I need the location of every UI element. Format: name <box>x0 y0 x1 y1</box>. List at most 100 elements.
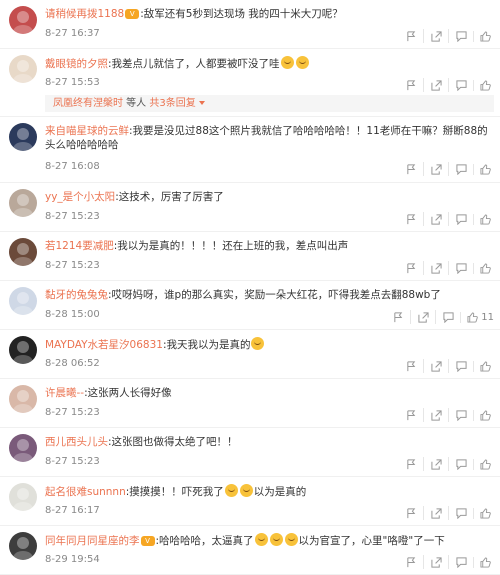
username-link[interactable]: 同年同月同星座的李 <box>45 535 140 547</box>
report-icon[interactable] <box>399 457 423 471</box>
username-link[interactable]: 来自喵星球的云鲜 <box>45 125 129 137</box>
emoji-icon <box>280 56 294 69</box>
like-icon <box>480 213 491 225</box>
comment-actions <box>399 78 494 92</box>
username-link[interactable]: 戴眼镜的夕照 <box>45 58 108 70</box>
report-icon[interactable] <box>399 506 423 520</box>
like-button[interactable] <box>473 458 494 470</box>
like-button[interactable]: 11 <box>460 311 494 323</box>
username-link[interactable]: 起名很难sunnnn <box>45 486 126 498</box>
comment-body: 许晨曦--:这张两人长得好像 <box>45 387 172 399</box>
username-link[interactable]: 许晨曦-- <box>45 387 84 399</box>
like-button[interactable] <box>473 507 494 519</box>
share-icon[interactable] <box>423 212 448 226</box>
avatar[interactable] <box>9 532 37 560</box>
like-button[interactable] <box>473 262 494 274</box>
report-icon[interactable] <box>399 261 423 275</box>
comment-actions <box>399 506 494 520</box>
report-icon[interactable] <box>399 359 423 373</box>
like-count: 11 <box>481 311 494 323</box>
share-icon[interactable] <box>423 359 448 373</box>
comment-actions <box>399 408 494 422</box>
share-icon[interactable] <box>423 261 448 275</box>
avatar[interactable] <box>9 189 37 217</box>
comment-icon[interactable] <box>435 310 460 324</box>
comment-time: 8-27 15:23 <box>45 456 100 467</box>
comment-icon[interactable] <box>448 261 473 275</box>
report-icon[interactable] <box>399 78 423 92</box>
like-icon <box>480 507 491 519</box>
view-replies-link[interactable]: 共3条回复 <box>149 98 205 109</box>
emoji-icon <box>239 484 253 497</box>
username-link[interactable]: 若1214要减肥 <box>45 240 114 252</box>
username-link[interactable]: 请稍候再拨1188 <box>45 8 124 20</box>
comment-icon[interactable] <box>448 457 473 471</box>
avatar[interactable] <box>9 123 37 151</box>
like-button[interactable] <box>473 213 494 225</box>
comment-icon[interactable] <box>448 359 473 373</box>
username-link[interactable]: 黏牙的兔兔兔 <box>45 289 108 301</box>
report-icon[interactable] <box>399 162 423 176</box>
comment-actions <box>399 212 494 226</box>
report-icon[interactable] <box>399 212 423 226</box>
avatar[interactable] <box>9 6 37 34</box>
share-icon[interactable] <box>423 29 448 43</box>
like-button[interactable] <box>473 360 494 372</box>
comment-item: 请稍候再拨1188 V:敌军还有5秒到达现场 我的四十米大刀呢？ 8-27 16:3… <box>0 0 500 49</box>
comment-time: 8-27 15:23 <box>45 211 100 222</box>
avatar[interactable] <box>9 238 37 266</box>
comment-body: 西儿西头儿头:这张图也做得太绝了吧！！ <box>45 436 238 448</box>
comment-text: 哎呀妈呀，谁p的那么真实，奖励一朵大红花，吓得我差点去翻88wb了 <box>111 289 441 301</box>
report-icon[interactable] <box>386 310 410 324</box>
share-icon[interactable] <box>423 555 448 569</box>
comment-icon[interactable] <box>448 29 473 43</box>
share-icon[interactable] <box>423 162 448 176</box>
vip-badge-icon: V <box>125 9 140 19</box>
comment-body: 戴眼镜的夕照:我差点儿就信了，人都要被吓没了哇 <box>45 56 494 71</box>
share-icon[interactable] <box>423 457 448 471</box>
comment-icon[interactable] <box>448 162 473 176</box>
like-icon <box>467 311 479 323</box>
comment-text: 摸摸摸！！吓死我了 <box>129 486 224 498</box>
share-icon[interactable] <box>423 78 448 92</box>
avatar[interactable] <box>9 434 37 462</box>
like-icon <box>480 30 491 42</box>
like-button[interactable] <box>473 163 494 175</box>
username-link[interactable]: MAYDAY水若星汐06831 <box>45 339 163 351</box>
avatar[interactable] <box>9 385 37 413</box>
like-button[interactable] <box>473 556 494 568</box>
avatar[interactable] <box>9 55 37 83</box>
emoji-icon <box>295 56 309 69</box>
comment-text: 这张两人长得好像 <box>87 387 172 399</box>
comment-body: 同年同月同星座的李 V:哈哈哈哈，太逼真了 以为官宣了，心里"咯噔"了一下 <box>45 533 445 547</box>
report-icon[interactable] <box>399 555 423 569</box>
comment-body: 若1214要减肥:我以为是真的！！！！还在上班的我，差点叫出声 <box>45 240 349 252</box>
comment-icon[interactable] <box>448 506 473 520</box>
reply-username-link[interactable]: 凤凰终有涅槃时 <box>53 98 123 109</box>
share-icon[interactable] <box>423 506 448 520</box>
like-icon <box>480 360 491 372</box>
comment-text: 我以为是真的！！！！还在上班的我，差点叫出声 <box>117 240 349 252</box>
report-icon[interactable] <box>399 408 423 422</box>
report-icon[interactable] <box>399 29 423 43</box>
comment-icon[interactable] <box>448 78 473 92</box>
emoji-icon <box>224 484 238 497</box>
like-button[interactable] <box>473 409 494 421</box>
comment-icon[interactable] <box>448 555 473 569</box>
avatar[interactable] <box>9 287 37 315</box>
share-icon[interactable] <box>410 310 435 324</box>
like-icon <box>480 79 491 91</box>
share-icon[interactable] <box>423 408 448 422</box>
comment-text: 这技术，厉害了厉害了 <box>118 191 224 203</box>
comment-actions <box>399 555 494 569</box>
comment-icon[interactable] <box>448 408 473 422</box>
like-button[interactable] <box>473 79 494 91</box>
like-button[interactable] <box>473 30 494 42</box>
username-link[interactable]: 西儿西头儿头 <box>45 436 108 448</box>
avatar[interactable] <box>9 483 37 511</box>
emoji-icon <box>251 337 265 350</box>
comment-body: 黏牙的兔兔兔:哎呀妈呀，谁p的那么真实，奖励一朵大红花，吓得我差点去翻88wb了 <box>45 289 441 301</box>
comment-icon[interactable] <box>448 212 473 226</box>
avatar[interactable] <box>9 336 37 364</box>
username-link[interactable]: yy_是个小太阳 <box>45 191 115 203</box>
